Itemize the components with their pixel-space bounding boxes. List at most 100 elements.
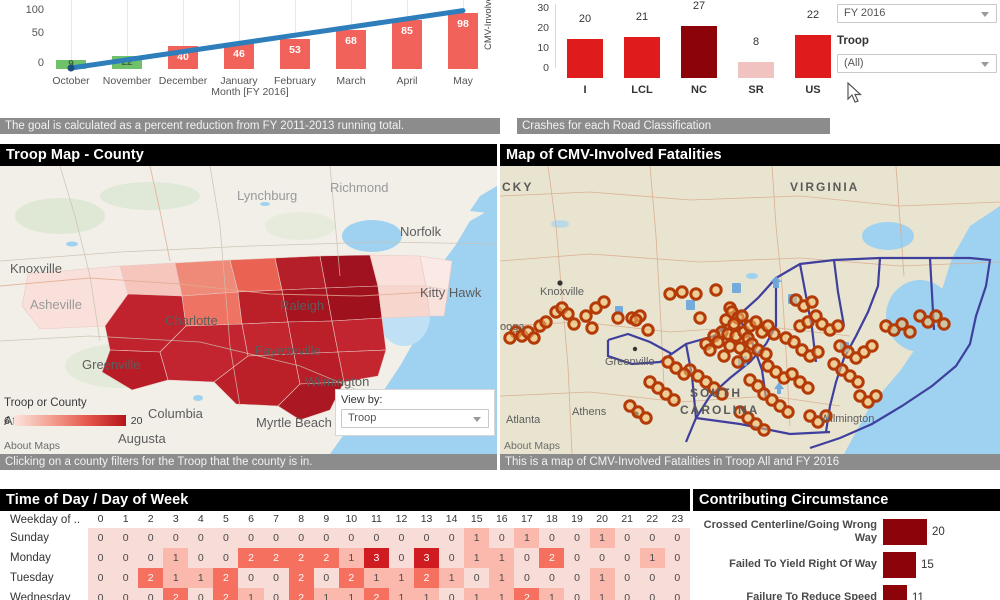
heatmap-cell[interactable]: 1	[338, 548, 364, 568]
heatmap-cell[interactable]: 2	[263, 548, 289, 568]
about-maps-link[interactable]: About Maps	[4, 440, 60, 452]
heatmap-cell[interactable]: 2	[138, 568, 164, 588]
heatmap-cell[interactable]: 0	[539, 528, 565, 548]
heatmap-cell[interactable]: 1	[489, 588, 515, 600]
contrib-row[interactable]: Crossed Centerline/Going Wrong Way 20	[693, 515, 1000, 548]
heatmap-cell[interactable]: 0	[138, 528, 164, 548]
heatmap-cell[interactable]: 0	[188, 548, 214, 568]
fatality-marker[interactable]	[579, 309, 593, 323]
heatmap-cell[interactable]: 0	[363, 528, 389, 548]
view-by-select[interactable]: Troop	[341, 409, 489, 428]
fatality-marker[interactable]	[851, 375, 865, 389]
heatmap-cell[interactable]: 0	[564, 588, 590, 600]
heatmap-cell[interactable]: 0	[388, 528, 415, 548]
heatmap-cell[interactable]: 1	[589, 568, 615, 588]
heatmap-cell[interactable]: 2	[313, 548, 339, 568]
fatality-marker[interactable]	[727, 317, 741, 331]
heatmap-cell[interactable]: 0	[238, 568, 264, 588]
heatmap-cell[interactable]: 2	[414, 568, 440, 588]
heatmap-cell[interactable]: 3	[414, 548, 440, 568]
fatality-marker[interactable]	[781, 405, 795, 419]
fatality-marker[interactable]	[611, 311, 625, 325]
heatmap-cell[interactable]: 0	[138, 588, 164, 600]
heatmap-cell[interactable]: 0	[213, 548, 239, 568]
heatmap-cell[interactable]: 0	[464, 568, 490, 588]
fatality-marker[interactable]	[865, 339, 879, 353]
fatality-marker[interactable]	[937, 317, 951, 331]
heatmap-cell[interactable]: 1	[363, 568, 389, 588]
heatmap-cell[interactable]: 0	[113, 568, 139, 588]
heatmap-cell[interactable]: 0	[564, 548, 590, 568]
troop-map-canvas[interactable]: Lynchburg Richmond Norfolk Kitty Hawk Knoxvi…	[0, 166, 497, 454]
fatality-marker[interactable]	[903, 325, 917, 339]
fatality-marker[interactable]	[597, 295, 611, 309]
heatmap-cell[interactable]: 1	[188, 568, 214, 588]
heatmap-cell[interactable]: 0	[664, 588, 690, 600]
heatmap-cell[interactable]: 0	[614, 528, 640, 548]
heatmap-cell[interactable]: 0	[639, 568, 665, 588]
heatmap-cell[interactable]: 2	[288, 588, 314, 600]
heatmap-cell[interactable]: 0	[338, 528, 364, 548]
fatality-marker[interactable]	[757, 423, 771, 437]
heatmap-cell[interactable]: 0	[564, 568, 590, 588]
heatmap-cell[interactable]: 0	[614, 548, 640, 568]
heatmap-cell[interactable]: 0	[113, 548, 139, 568]
fatality-marker[interactable]	[585, 321, 599, 335]
heatmap-cell[interactable]: 2	[288, 568, 314, 588]
heatmap-cell[interactable]: 1	[489, 548, 515, 568]
heatmap-cell[interactable]: 0	[263, 588, 289, 600]
heatmap-cell[interactable]: 0	[439, 548, 465, 568]
heatmap-cell[interactable]: 1	[589, 528, 615, 548]
fatality-marker[interactable]	[527, 331, 541, 345]
contrib-row[interactable]: Failed To Yield Right Of Way 15	[693, 548, 1000, 581]
heatmap-cell[interactable]: 0	[664, 548, 690, 568]
heatmap-cell[interactable]: 0	[614, 568, 640, 588]
fatality-marker[interactable]	[811, 345, 825, 359]
heatmap-cell[interactable]: 0	[313, 568, 339, 588]
heatmap-cell[interactable]: 0	[414, 528, 440, 548]
heatmap-cell[interactable]: 2	[213, 588, 239, 600]
heatmap-cell[interactable]: 0	[639, 528, 665, 548]
fatality-marker[interactable]	[749, 315, 763, 329]
heatmap-cell[interactable]: 0	[188, 588, 214, 600]
troop-filter[interactable]: (All)	[837, 54, 997, 73]
heatmap-cell[interactable]: 0	[639, 588, 665, 600]
fatality-marker[interactable]	[663, 287, 677, 301]
fatality-marker[interactable]	[703, 343, 717, 357]
heatmap-cell[interactable]: 3	[363, 548, 389, 568]
fatality-marker[interactable]	[539, 315, 553, 329]
heatmap-cell[interactable]: 2	[238, 548, 264, 568]
heatmap-cell[interactable]: 0	[238, 528, 264, 548]
heatmap-cell[interactable]: 0	[664, 528, 690, 548]
heatmap-cell[interactable]: 2	[514, 588, 540, 600]
heatmap-cell[interactable]: 0	[614, 588, 640, 600]
heatmap-cell[interactable]: 0	[138, 548, 164, 568]
fatality-marker[interactable]	[759, 347, 773, 361]
fatality-marker[interactable]	[675, 285, 689, 299]
fatality-marker[interactable]	[801, 381, 815, 395]
heatmap-cell[interactable]: 1	[238, 588, 264, 600]
heatmap-cell[interactable]: 2	[163, 588, 189, 600]
heatmap-cell[interactable]: 0	[263, 568, 289, 588]
fatality-marker[interactable]	[717, 349, 731, 363]
heatmap-cell[interactable]: 1	[163, 548, 189, 568]
heatmap-cell[interactable]: 0	[88, 588, 114, 600]
heatmap-cell[interactable]: 0	[88, 548, 114, 568]
heatmap-cell[interactable]: 0	[388, 548, 415, 568]
heatmap-cell[interactable]: 1	[639, 548, 665, 568]
fatality-marker[interactable]	[693, 311, 707, 325]
fatality-marker[interactable]	[805, 295, 819, 309]
heatmap-cell[interactable]: 0	[664, 568, 690, 588]
heatmap-cell[interactable]: 0	[539, 568, 565, 588]
heatmap-cell[interactable]: 1	[589, 588, 615, 600]
heatmap-cell[interactable]: 2	[338, 568, 364, 588]
fatality-marker[interactable]	[561, 307, 575, 321]
fatality-marker[interactable]	[567, 317, 581, 331]
heatmap-cell[interactable]: 1	[163, 568, 189, 588]
heatmap-cell[interactable]: 0	[439, 588, 465, 600]
heatmap-cell[interactable]: 0	[88, 568, 114, 588]
fatality-marker[interactable]	[629, 313, 643, 327]
heatmap-cell[interactable]: 1	[414, 588, 440, 600]
heatmap-cell[interactable]: 0	[113, 528, 139, 548]
fatality-marker[interactable]	[641, 323, 655, 337]
